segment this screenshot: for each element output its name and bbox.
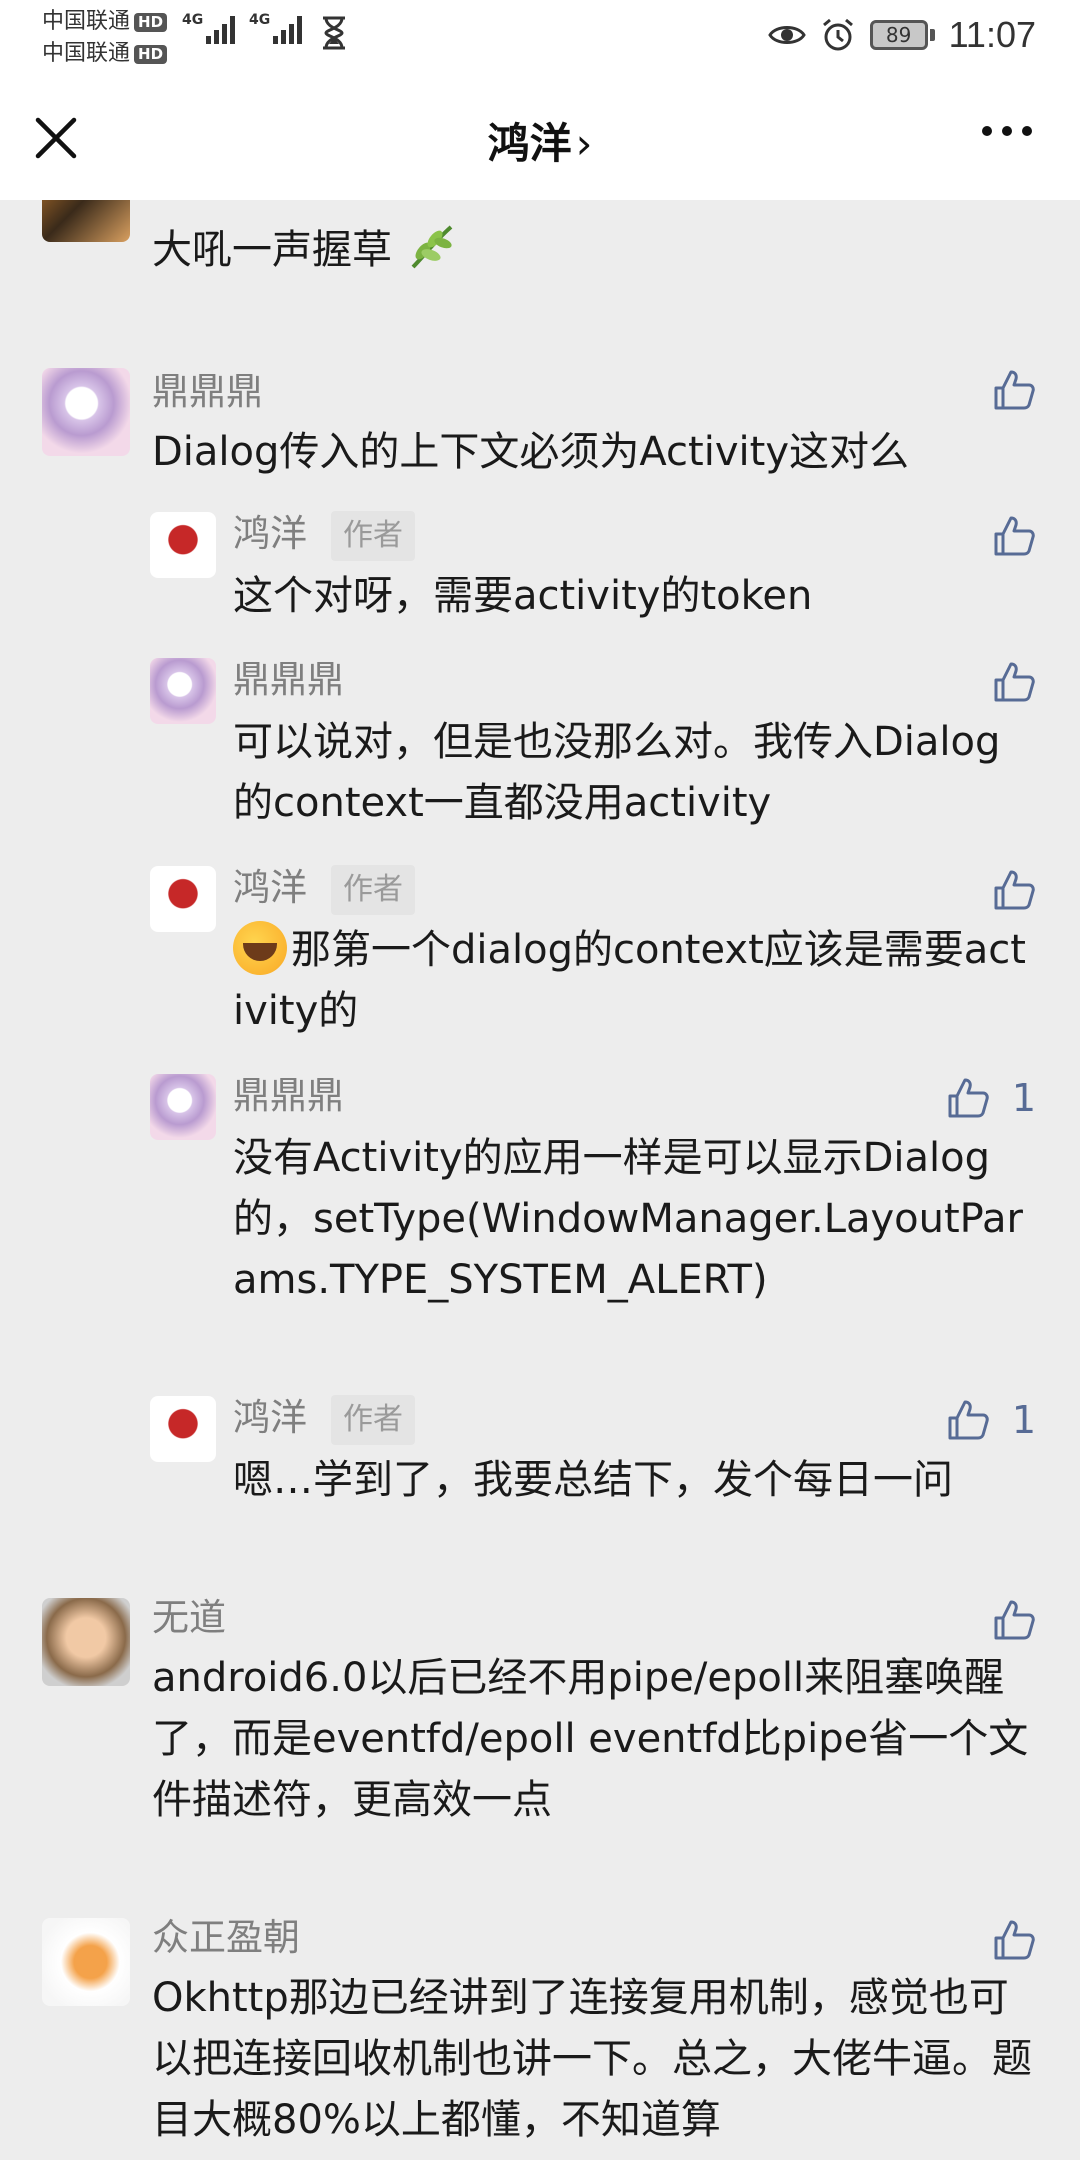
like-count: 1	[1011, 1398, 1036, 1442]
avatar-hongyang[interactable]	[150, 866, 216, 932]
like-button[interactable]: 1	[946, 1398, 1036, 1442]
hourglass-icon	[323, 16, 345, 50]
author-badge: 作者	[331, 864, 415, 915]
eye-icon	[767, 26, 806, 44]
commenter-name[interactable]: 鼎鼎鼎	[233, 656, 344, 704]
thumbs-up-icon	[994, 870, 1035, 910]
like-button[interactable]	[992, 1598, 1036, 1642]
avatar-cat[interactable]	[150, 1074, 216, 1140]
like-button[interactable]	[992, 368, 1036, 412]
carrier-2: 中国联通	[42, 41, 131, 66]
carrier-1: 中国联通	[42, 9, 131, 34]
clock: 11:07	[948, 14, 1036, 55]
battery-level: 89	[869, 20, 928, 50]
like-button[interactable]: 1	[946, 1076, 1036, 1120]
reply-text: 这个对呀，需要activity的token	[233, 573, 813, 619]
status-bar: 中国联通 HD 中国联通 HD 4G 4G 89 11:07	[0, 0, 1080, 76]
hd-badge: HD	[134, 44, 168, 64]
commenter-name[interactable]: 鸿洋	[233, 866, 307, 909]
reply-name-row: 鸿洋 作者	[233, 510, 415, 561]
facepalm-emoji-icon	[233, 921, 287, 975]
comment-text: Dialog传入的上下文必须为Activity这对么	[152, 429, 909, 475]
like-button[interactable]	[992, 660, 1036, 704]
author-badge: 作者	[331, 510, 415, 561]
avatar-cat[interactable]	[42, 368, 130, 456]
reply-name-row: 鸿洋 作者	[233, 1394, 415, 1445]
nav-title-link[interactable]: 鸿洋›	[0, 110, 1080, 171]
thumbs-up-icon	[948, 1400, 989, 1440]
reply-text: 那第一个dialog的context应该是需要activity的	[233, 920, 1036, 1042]
reply-text: 嗯…学到了，我要总结下，发个每日一问	[233, 1457, 953, 1503]
commenter-name[interactable]: 鼎鼎鼎	[233, 1072, 344, 1120]
carrier-info: 中国联通 HD 中国联通 HD	[42, 6, 168, 70]
more-options-button[interactable]	[982, 126, 1032, 136]
thumbs-up-icon	[994, 370, 1035, 410]
thumbs-up-icon	[994, 662, 1035, 702]
commenter-name[interactable]: 鸿洋	[233, 1396, 307, 1439]
alarm-icon	[822, 18, 853, 51]
herb-emoji-icon	[411, 225, 453, 269]
commenter-name[interactable]: 无道	[152, 1594, 226, 1642]
avatar-hongyang[interactable]	[150, 1396, 216, 1462]
nav-bar: 鸿洋›	[0, 76, 1080, 200]
avatar-child[interactable]	[42, 1598, 130, 1686]
like-count: 1	[1011, 1076, 1036, 1120]
page-title: 鸿洋	[487, 119, 572, 168]
author-badge: 作者	[331, 1394, 415, 1445]
avatar-cat[interactable]	[150, 658, 216, 724]
thumbs-up-icon	[994, 1600, 1035, 1640]
comment-list[interactable]: 大吼一声握草 鼎鼎鼎 Dialog传入的上下文必须为Activity这对么 鸿洋…	[0, 200, 1080, 2160]
avatar-tiger[interactable]	[42, 200, 130, 242]
signal-icon: 4G	[182, 12, 235, 44]
like-button[interactable]	[992, 868, 1036, 912]
chevron-right-icon: ›	[575, 119, 593, 168]
like-button[interactable]	[992, 514, 1036, 558]
thumbs-up-icon	[994, 1920, 1035, 1960]
reply-name-row: 鸿洋 作者	[233, 864, 415, 915]
thumbs-up-icon	[994, 516, 1035, 556]
like-button[interactable]	[992, 1918, 1036, 1962]
comment-text: android6.0以后已经不用pipe/epoll来阻塞唤醒了，而是event…	[152, 1655, 1029, 1823]
commenter-name[interactable]: 鼎鼎鼎	[152, 368, 263, 416]
thumbs-up-icon	[948, 1078, 989, 1118]
battery-icon: 89	[869, 20, 935, 50]
avatar-hongyang[interactable]	[150, 512, 216, 578]
hd-badge: HD	[134, 12, 168, 32]
avatar-cats[interactable]	[42, 1918, 130, 2006]
reply-text: 可以说对，但是也没那么对。我传入Dialog的context一直都没用activ…	[233, 719, 1001, 826]
reply-text: 没有Activity的应用一样是可以显示Dialog的，setType(Wind…	[233, 1135, 1023, 1303]
signal-icon: 4G	[249, 12, 302, 44]
commenter-name[interactable]: 众正盈朝	[152, 1914, 300, 1962]
comment-text: Okhttp那边已经讲到了连接复用机制，感觉也可以把连接回收机制也讲一下。总之，…	[152, 1975, 1032, 2143]
comment-text: 大吼一声握草	[152, 220, 1036, 281]
commenter-name[interactable]: 鸿洋	[233, 512, 307, 555]
signal-icons: 4G 4G	[182, 12, 302, 44]
